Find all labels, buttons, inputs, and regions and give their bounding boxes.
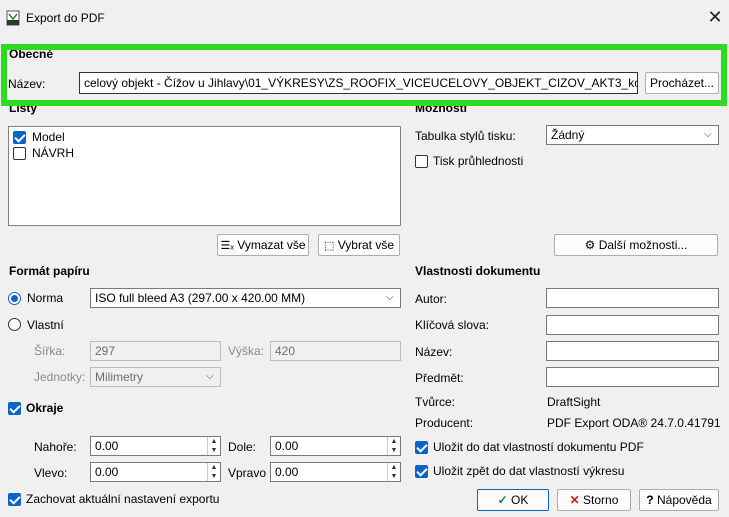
more-options-label: Další možnosti... <box>598 238 688 252</box>
style-table-value: Žádný <box>551 128 585 142</box>
select-cursor-icon: ⬚ <box>324 240 335 252</box>
sheet-checkbox-navrh[interactable] <box>13 147 26 160</box>
style-table-select[interactable]: Žádný ⌵ <box>546 125 719 145</box>
style-table-label: Tabulka stylů tisku: <box>415 129 516 143</box>
top-margin-input[interactable]: 0.00 ▲ ▼ <box>90 436 221 456</box>
ok-button[interactable]: ✓ OK <box>477 489 549 511</box>
cancel-button[interactable]: ✕ Storno <box>557 489 631 511</box>
units-label: Jednotky: <box>34 370 86 384</box>
subject-input[interactable] <box>546 367 719 387</box>
producer-value: PDF Export ODA® 24.7.0.41791 <box>547 416 721 430</box>
author-input[interactable] <box>546 288 719 308</box>
cancel-x-icon: ✕ <box>569 493 580 507</box>
sheet-checkbox-model[interactable] <box>13 131 26 144</box>
width-input[interactable]: 297 <box>90 341 221 361</box>
normal-radio[interactable] <box>8 292 21 305</box>
doc-title-input[interactable] <box>546 341 719 361</box>
sheet-label-navrh: NÁVRH <box>32 146 75 160</box>
right-margin-label: Vpravo <box>228 466 267 480</box>
doc-title-label: Název: <box>415 345 453 359</box>
clear-all-label: Vymazat vše <box>237 238 306 252</box>
ok-label: OK <box>511 493 529 507</box>
pdf-app-icon <box>6 10 20 26</box>
doc-props-section-title: Vlastnosti dokumentu <box>415 264 541 278</box>
left-margin-value: 0.00 <box>95 465 119 479</box>
paper-size-select[interactable]: ISO full bleed A3 (297.00 x 420.00 MM) ⌵ <box>90 288 401 308</box>
bottom-margin-value: 0.00 <box>275 439 299 453</box>
save-to-pdf-checkbox[interactable] <box>415 441 428 454</box>
keywords-label: Klíčová slova: <box>415 318 490 332</box>
sheet-label-model: Model <box>32 130 65 144</box>
right-margin-input[interactable]: 0.00 ▲ ▼ <box>270 462 401 482</box>
sheets-listbox[interactable]: Model NÁVRH <box>8 126 401 226</box>
save-back-label: Uložit zpět do dat vlastností výkresu <box>433 464 625 478</box>
clear-all-button[interactable]: ☰ₓ Vymazat vše <box>217 234 309 256</box>
browse-button[interactable]: Procházet... <box>645 72 719 94</box>
margins-checkbox[interactable] <box>8 402 21 415</box>
save-back-checkbox[interactable] <box>415 465 428 478</box>
spin-arrows-icon[interactable]: ▲ ▼ <box>207 463 220 481</box>
normal-label: Norma <box>27 291 64 305</box>
bottom-margin-label: Dole: <box>228 440 257 454</box>
custom-radio[interactable] <box>8 318 21 331</box>
height-input[interactable]: 420 <box>270 341 401 361</box>
checkmark-icon: ✓ <box>497 493 508 507</box>
title-bar <box>0 0 729 40</box>
window-title: Export do PDF <box>26 11 105 25</box>
bottom-margin-input[interactable]: 0.00 ▲ ▼ <box>270 436 401 456</box>
units-select[interactable]: Milimetry ⌵ <box>90 367 221 387</box>
clear-list-icon: ☰ₓ <box>220 240 234 252</box>
spin-arrows-icon[interactable]: ▲ ▼ <box>387 463 400 481</box>
transparency-checkbox[interactable] <box>415 155 428 168</box>
chevron-down-icon: ⌵ <box>704 129 712 140</box>
top-margin-value: 0.00 <box>95 439 119 453</box>
transparency-label: Tisk průhlednosti <box>433 154 524 168</box>
file-path-input[interactable]: celový objekt - Čížov u Jihlavy\01_VÝKRE… <box>79 72 638 94</box>
spin-arrows-icon[interactable]: ▲ ▼ <box>207 437 220 455</box>
sheets-section-title: Listy <box>9 101 38 115</box>
help-icon: ? <box>646 493 654 507</box>
spin-arrows-icon[interactable]: ▲ ▼ <box>387 437 400 455</box>
margins-section-title: Okraje <box>26 401 64 415</box>
gear-icon: ⚙ <box>584 238 596 252</box>
save-to-pdf-label: Uložit do dat vlastností dokumentu PDF <box>433 440 644 454</box>
cancel-label: Storno <box>583 493 619 507</box>
left-margin-label: Vlevo: <box>34 466 68 480</box>
author-label: Autor: <box>415 292 448 306</box>
producer-label: Producent: <box>415 416 474 430</box>
name-label: Název: <box>8 77 46 91</box>
width-label: Šířka: <box>34 344 66 358</box>
keywords-input[interactable] <box>546 315 719 335</box>
height-label: Výška: <box>228 344 265 358</box>
close-icon[interactable]: ✕ <box>704 6 726 28</box>
subject-label: Předmět: <box>415 371 464 385</box>
general-section-title: Obecné <box>9 47 54 61</box>
creator-value: DraftSight <box>547 395 601 409</box>
keep-settings-checkbox[interactable] <box>8 493 21 506</box>
help-label: Nápověda <box>656 493 712 507</box>
left-margin-input[interactable]: 0.00 ▲ ▼ <box>90 462 221 482</box>
keep-settings-label: Zachovat aktuální nastavení exportu <box>26 492 220 506</box>
paper-section-title: Formát papíru <box>9 264 90 278</box>
options-section-title: Možnosti <box>415 101 467 115</box>
top-margin-label: Nahoře: <box>34 440 77 454</box>
right-margin-value: 0.00 <box>275 465 299 479</box>
creator-label: Tvůrce: <box>415 395 456 409</box>
custom-label: Vlastní <box>27 318 64 332</box>
select-all-button[interactable]: ⬚ Vybrat vše <box>318 234 400 256</box>
more-options-button[interactable]: ⚙ Další možnosti... <box>554 234 718 256</box>
help-button[interactable]: ? Nápověda <box>639 489 719 511</box>
chevron-down-icon: ⌵ <box>206 371 214 382</box>
select-all-label: Vybrat vše <box>337 238 394 252</box>
chevron-down-icon: ⌵ <box>386 292 394 303</box>
units-value: Milimetry <box>95 370 143 384</box>
paper-size-value: ISO full bleed A3 (297.00 x 420.00 MM) <box>95 291 306 305</box>
